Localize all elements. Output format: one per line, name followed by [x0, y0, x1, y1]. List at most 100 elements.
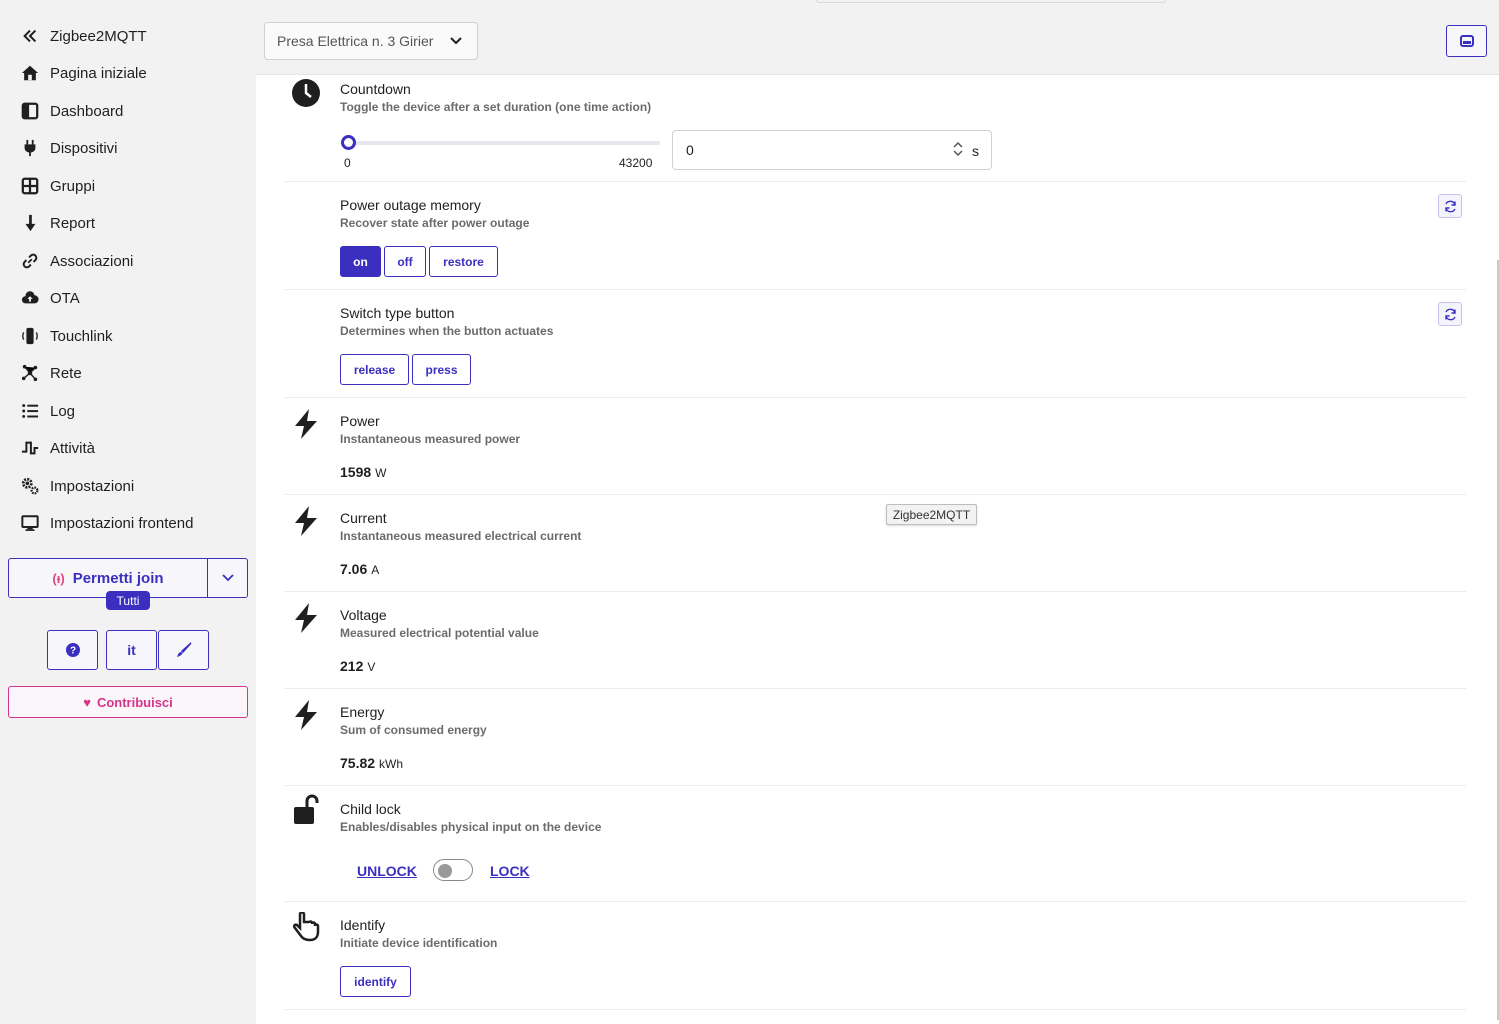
feature-current: Current Instantaneous measured electrica… [284, 495, 1466, 592]
feature-description: Sum of consumed energy [340, 723, 487, 737]
permit-target-badge: Tutti [106, 591, 150, 610]
sidebar-item-label: Associazioni [50, 252, 134, 270]
svg-text:?: ? [69, 646, 75, 657]
feature-description: Toggle the device after a set duration (… [340, 100, 652, 114]
list-icon [20, 401, 40, 421]
option-on-button[interactable]: on [340, 246, 381, 277]
countdown-slider-track[interactable] [348, 141, 660, 145]
toggle-knob [438, 864, 452, 878]
sidebar: Zigbee2MQTT Pagina iniziale Dashboard Di… [0, 0, 256, 1024]
lock-link[interactable]: LOCK [490, 863, 530, 879]
value-unit: kWh [379, 757, 404, 771]
child-lock-toggle[interactable] [433, 859, 473, 881]
feature-description: Instantaneous measured electrical curren… [340, 529, 582, 543]
dashboard-icon [20, 101, 40, 121]
option-press-button[interactable]: press [412, 354, 471, 385]
sidebar-item-label: Attività [50, 439, 96, 457]
question-circle-icon: ? [65, 643, 80, 657]
refresh-button[interactable] [1438, 194, 1462, 218]
sidebar-item-home[interactable]: Pagina iniziale [20, 59, 147, 87]
feature-title: Voltage [340, 607, 387, 623]
sidebar-item-label: Dispositivi [50, 139, 118, 157]
sidebar-item-network[interactable]: Rete [20, 359, 82, 387]
sidebar-brand[interactable]: Zigbee2MQTT [20, 22, 147, 50]
contribute-label: Contribuisci [96, 694, 173, 710]
feature-child-lock: Child lock Enables/disables physical inp… [284, 786, 1466, 902]
sidebar-item-bindings[interactable]: Associazioni [20, 247, 133, 275]
touchlink-icon [20, 326, 40, 346]
feature-identify: Identify Initiate device identification … [284, 902, 1466, 1010]
feature-description: Measured electrical potential value [340, 626, 539, 640]
permit-join-label: Permetti join [72, 569, 164, 587]
feature-title: Power outage memory [340, 197, 481, 213]
sidebar-item-activity[interactable]: Attività [20, 434, 95, 462]
energy-value: 75.82 kWh [340, 755, 403, 771]
paintbrush-icon [176, 642, 192, 657]
lightning-icon [290, 699, 322, 731]
link-icon [20, 251, 40, 271]
contribute-button[interactable]: ♥ Contribuisci [8, 686, 248, 718]
option-off-button[interactable]: off [384, 246, 426, 277]
sidebar-item-devices[interactable]: Dispositivi [20, 134, 118, 162]
feature-title: Identify [340, 917, 386, 933]
sidebar-item-touchlink[interactable]: Touchlink [20, 322, 113, 350]
power-value: 1598 W [340, 464, 386, 480]
sidebar-item-log[interactable]: Log [20, 397, 75, 425]
feature-energy: Energy Sum of consumed energy 75.82 kWh [284, 689, 1466, 786]
value-unit: V [367, 660, 376, 674]
unlock-link[interactable]: UNLOCK [357, 863, 417, 879]
cloud-upload-icon [20, 288, 40, 308]
feature-power-outage-memory: Power outage memory Recover state after … [284, 182, 1466, 290]
identify-button[interactable]: identify [340, 966, 411, 997]
sidebar-item-label: Report [50, 214, 96, 232]
groups-icon [20, 176, 40, 196]
sidebar-item-settings[interactable]: Impostazioni [20, 472, 134, 500]
feature-title: Child lock [340, 801, 401, 817]
feature-title: Countdown [340, 81, 411, 97]
spinner-icon[interactable] [953, 141, 963, 157]
plug-icon [20, 138, 40, 158]
top-edge-line [816, 0, 1166, 3]
countdown-input[interactable]: 0 s [672, 130, 992, 170]
permit-join-dropdown[interactable] [208, 559, 247, 597]
feature-title: Current [340, 510, 387, 526]
device-select[interactable]: Presa Elettrica n. 3 Girier [264, 22, 478, 60]
lightning-icon [290, 505, 322, 537]
feature-countdown: Countdown Toggle the device after a set … [284, 75, 1466, 182]
refresh-icon [1444, 308, 1456, 320]
hand-pointer-icon [290, 912, 322, 944]
brand-name: Zigbee2MQTT [50, 27, 147, 45]
help-button[interactable]: ? [47, 630, 98, 670]
option-release-button[interactable]: release [340, 354, 409, 385]
sidebar-item-label: Touchlink [50, 327, 113, 345]
value-unit: A [371, 563, 380, 577]
sidebar-item-dashboard[interactable]: Dashboard [20, 97, 123, 125]
countdown-unit: s [972, 143, 979, 159]
feature-switch-type: Switch type button Determines when the b… [284, 290, 1466, 398]
countdown-slider-thumb[interactable] [341, 135, 356, 150]
language-button[interactable]: it [106, 630, 157, 670]
frontend-view-button[interactable] [1446, 25, 1487, 57]
clock-icon [290, 77, 322, 109]
monitor-icon [20, 513, 40, 533]
feature-description: Instantaneous measured power [340, 432, 521, 446]
activity-icon [20, 438, 40, 458]
sidebar-item-label: Dashboard [50, 102, 124, 120]
slider-max-label: 43200 [619, 156, 653, 170]
sidebar-item-groups[interactable]: Gruppi [20, 172, 95, 200]
value-number: 212 [340, 658, 364, 674]
chevron-down-icon [450, 37, 462, 45]
theme-button[interactable] [158, 630, 209, 670]
sidebar-item-frontend-settings[interactable]: Impostazioni frontend [20, 509, 193, 537]
option-restore-button[interactable]: restore [429, 246, 498, 277]
sidebar-item-ota[interactable]: OTA [20, 284, 80, 312]
feature-description: Initiate device identification [340, 936, 498, 950]
value-number: 75.82 [340, 755, 376, 771]
current-value: 7.06 A [340, 561, 379, 577]
sidebar-item-label: Rete [50, 364, 82, 382]
sidebar-item-report[interactable]: Report [20, 209, 95, 237]
feature-description: Enables/disables physical input on the d… [340, 820, 602, 834]
tooltip: Zigbee2MQTT [886, 504, 977, 525]
refresh-button[interactable] [1438, 302, 1462, 326]
antenna-icon: (ᵼ) [52, 570, 65, 586]
